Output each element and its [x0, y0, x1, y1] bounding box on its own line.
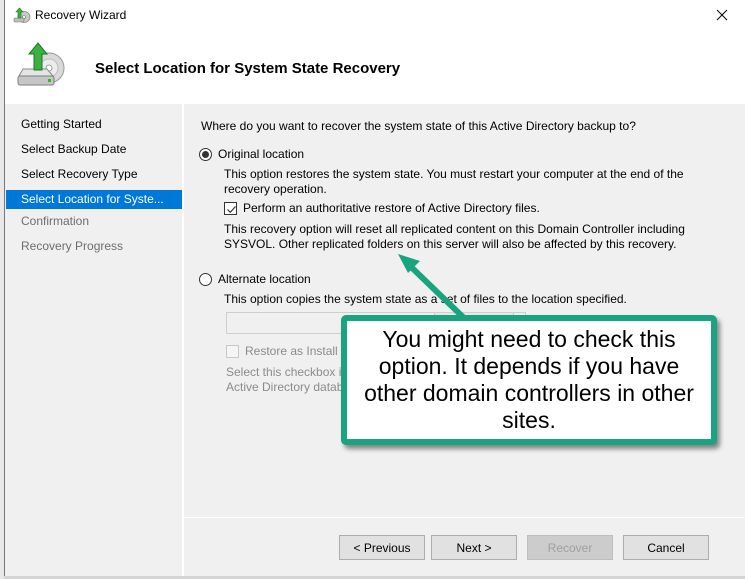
authoritative-warning-1: This recovery option will reset all repl…	[224, 222, 685, 236]
close-button[interactable]	[705, 2, 739, 28]
recover-button: Recover	[527, 535, 613, 560]
alternate-location-radio[interactable]	[199, 273, 212, 286]
install-from-media-hint-1: Select this checkbox if	[226, 365, 345, 379]
page-title: Select Location for System State Recover…	[95, 60, 401, 77]
original-location-description-1: This option restores the system state. Y…	[224, 167, 684, 181]
wizard-steps-sidebar: Getting Started Select Backup Date Selec…	[5, 104, 182, 576]
install-from-media-checkbox[interactable]	[226, 345, 239, 358]
wizard-content: Where do you want to recover the system …	[184, 104, 745, 517]
wizard-footer: < Previous Next > Recover Cancel	[184, 518, 745, 576]
authoritative-warning-2: SYSVOL. Other replicated folders on this…	[224, 237, 677, 251]
wizard-header: Select Location for System State Recover…	[5, 30, 745, 103]
next-button[interactable]: Next >	[431, 535, 517, 560]
authoritative-restore-checkbox[interactable]	[224, 202, 237, 215]
title-bar: Recovery Wizard	[5, 0, 745, 30]
alternate-location-description: This option copies the system state as a…	[224, 292, 627, 306]
window-title: Recovery Wizard	[35, 8, 127, 22]
previous-button[interactable]: < Previous	[339, 535, 425, 560]
original-location-radio[interactable]	[199, 148, 212, 161]
checkmark-icon	[227, 206, 236, 214]
recovery-wizard-window: Recovery Wizard Select Location for Syst…	[4, 0, 745, 576]
annotation-callout: You might need to check this option. It …	[341, 315, 717, 445]
original-location-label[interactable]: Original location	[218, 147, 304, 162]
cancel-button[interactable]: Cancel	[623, 535, 709, 560]
alternate-location-label[interactable]: Alternate location	[218, 272, 311, 287]
authoritative-restore-label[interactable]: Perform an authoritative restore of Acti…	[243, 201, 540, 216]
recovery-wizard-icon	[13, 7, 31, 23]
location-question: Where do you want to recover the system …	[201, 119, 636, 133]
close-icon	[716, 9, 728, 21]
step-select-location[interactable]: Select Location for Syste...	[6, 190, 182, 209]
step-select-recovery-type[interactable]: Select Recovery Type	[6, 165, 182, 184]
install-from-media-hint-2: Active Directory datab	[226, 380, 344, 394]
step-confirmation: Confirmation	[21, 214, 90, 228]
step-recovery-progress: Recovery Progress	[21, 239, 124, 253]
step-select-backup-date[interactable]: Select Backup Date	[6, 140, 182, 159]
annotation-text: You might need to check this option. It …	[364, 326, 694, 433]
recovery-disk-icon	[13, 38, 69, 94]
original-location-description-2: recovery operation.	[224, 182, 327, 196]
step-getting-started[interactable]: Getting Started	[6, 115, 182, 134]
install-from-media-label: Restore as Install Fr	[245, 344, 353, 358]
